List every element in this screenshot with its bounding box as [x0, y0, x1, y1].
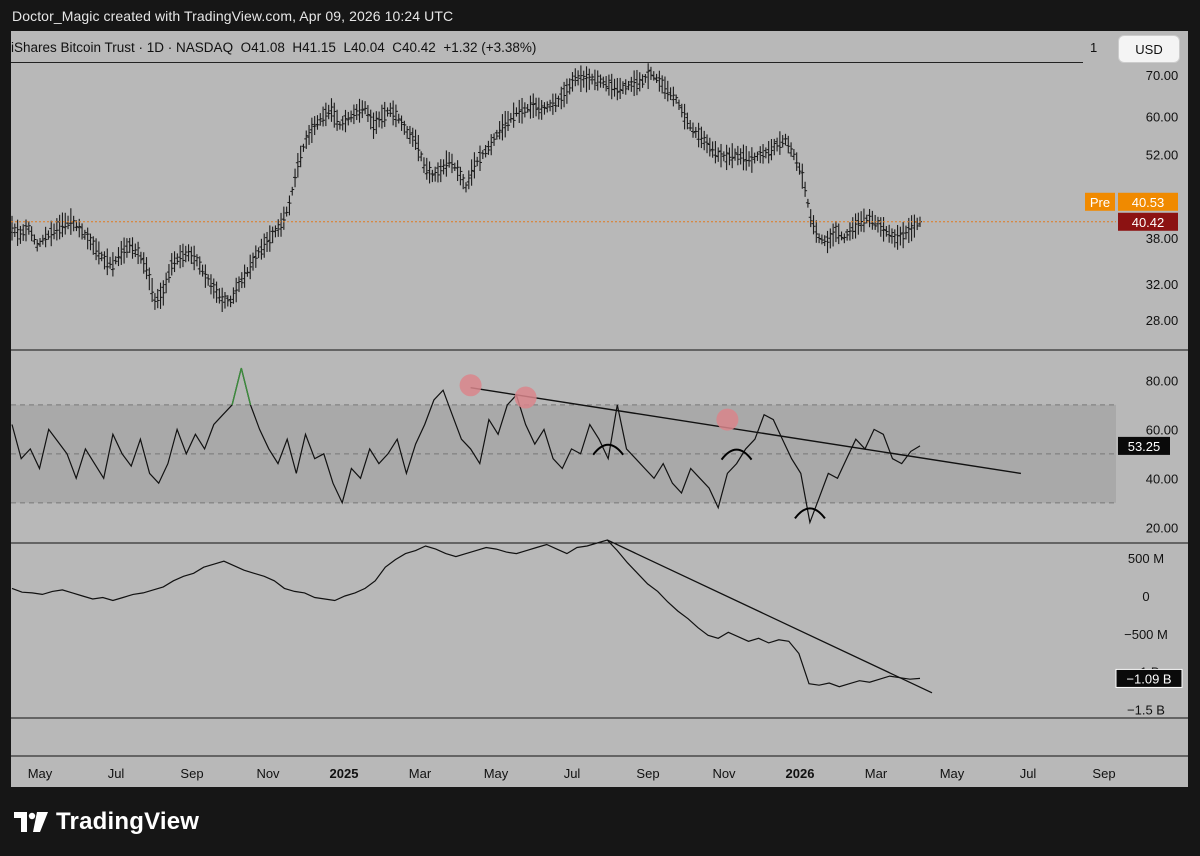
time-axis-label: 2026	[786, 766, 815, 781]
time-axis-label: May	[28, 766, 53, 781]
symbol-legend[interactable]: iShares Bitcoin Trust · 1D · NASDAQ O41.…	[11, 40, 536, 55]
flow-line	[11, 539, 921, 688]
flow-trendline	[606, 539, 933, 694]
price-axis-tick: 28.00	[1146, 313, 1179, 328]
flow-last-label: −1.09 B	[1126, 671, 1171, 686]
premarket-tag: Pre	[1090, 195, 1110, 210]
rsi-last-label: 53.25	[1128, 439, 1161, 454]
time-axis-label: Mar	[865, 766, 888, 781]
price-axis-tick: 52.00	[1146, 148, 1179, 163]
time-axis-label: May	[940, 766, 965, 781]
rsi-pivot-marker	[716, 408, 739, 431]
rsi-pivot-marker	[514, 386, 537, 409]
flow-axis-tick: −1.5 B	[1127, 702, 1165, 717]
ohlc-low: L40.04	[343, 40, 385, 55]
rsi-overbought-segment	[231, 367, 252, 406]
rsi-axis-tick: 60.00	[1146, 422, 1179, 437]
rsi-axis-tick: 80.00	[1146, 373, 1179, 388]
time-axis-label: Sep	[1092, 766, 1115, 781]
premarket-price: 40.53	[1132, 195, 1165, 210]
time-axis-label: Nov	[712, 766, 736, 781]
time-axis-label: May	[484, 766, 509, 781]
rsi-pivot-marker	[459, 374, 482, 397]
ohlc-change: +1.32 (+3.38%)	[443, 40, 537, 55]
rsi-axis-tick: 40.00	[1146, 471, 1179, 486]
time-axis-label: Jul	[1020, 766, 1037, 781]
ohlc-close: C40.42	[392, 40, 436, 55]
price-axis-tick: 70.00	[1146, 68, 1179, 83]
price-axis-tick: 60.00	[1146, 109, 1179, 124]
brand-name: TradingView	[56, 808, 200, 835]
tradingview-logo: TradingView	[14, 808, 199, 836]
rsi-axis-tick: 20.00	[1146, 520, 1179, 535]
ohlc-open: O41.08	[240, 40, 285, 55]
chart-svg[interactable]: 70.00 60.00 52.00 38.00 32.00 28.00 40.42 Pre 40…	[0, 0, 1200, 856]
tradingview-mark-icon	[14, 812, 48, 832]
ohlc-high: H41.15	[292, 40, 336, 55]
time-axis-label: 2025	[330, 766, 359, 781]
rsi-annotation-arc	[794, 507, 826, 520]
flow-axis-tick: 0	[1142, 589, 1149, 604]
time-axis-label: Nov	[256, 766, 280, 781]
time-axis-label: Mar	[409, 766, 432, 781]
currency-button[interactable]: USD	[1118, 35, 1180, 63]
time-axis-label: Sep	[180, 766, 203, 781]
last-price-label: 40.42	[1132, 215, 1165, 230]
time-axis-label: Jul	[564, 766, 581, 781]
symbol-title: iShares Bitcoin Trust · 1D · NASDAQ	[11, 40, 234, 55]
legend-divider	[11, 62, 1083, 63]
time-axis-label: Jul	[108, 766, 125, 781]
price-axis-tick: 32.00	[1146, 277, 1179, 292]
flow-axis-tick: −500 M	[1124, 627, 1168, 642]
flow-axis-tick: 500 M	[1128, 551, 1164, 566]
scale-mode-indicator[interactable]: 1	[1090, 40, 1097, 55]
time-axis-label: Sep	[636, 766, 659, 781]
price-axis-tick: 38.00	[1146, 231, 1179, 246]
